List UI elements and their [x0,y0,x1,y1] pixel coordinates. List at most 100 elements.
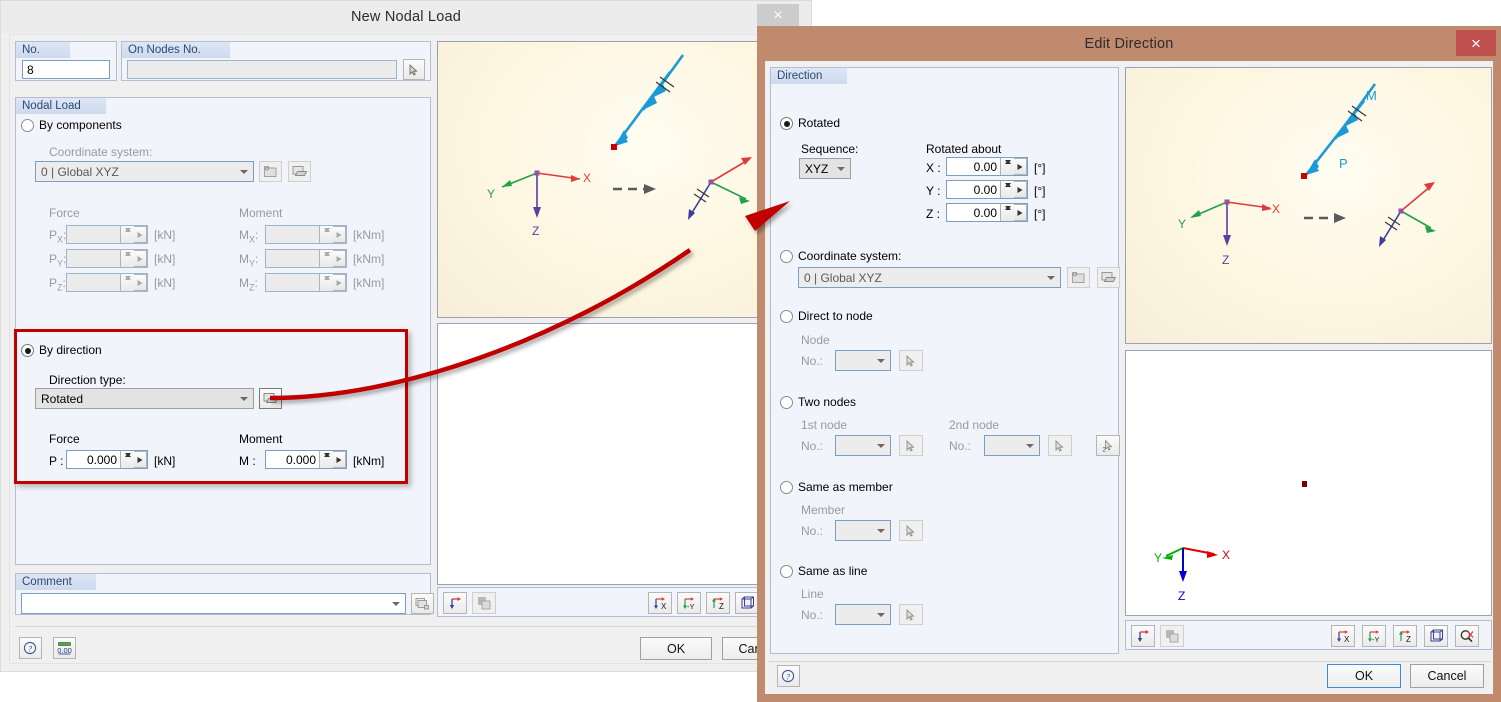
same-line-combo[interactable] [835,604,891,625]
radio-same-as-member[interactable] [780,481,793,494]
moment-m-spinner[interactable] [319,451,333,468]
rotation-x-spinner[interactable] [1000,158,1014,175]
radio-two-nodes[interactable] [780,396,793,409]
edit-direction-button[interactable] [259,388,282,409]
moment-header-components: Moment [239,206,283,220]
edit-direction-preview-bottom[interactable]: X Y Z [1125,350,1492,616]
two-nodes-first-combo[interactable] [835,435,891,456]
view-in-x-button[interactable]: X [1331,625,1355,647]
force-input[interactable] [66,225,148,244]
same-member-pick-button[interactable] [899,520,923,541]
isometric-view-button[interactable] [1424,625,1448,647]
edit-direction-preview-top[interactable]: M P X Y Z [1125,67,1492,344]
moment-spinner[interactable] [319,226,333,243]
edit-direction-footer-separator [769,661,1491,662]
two-nodes-first-pick-button[interactable] [899,435,923,456]
label-coordinate-system-option: Coordinate system: [798,249,902,263]
force-dropdown-arrow[interactable] [134,226,147,243]
force-p-input[interactable]: 0.000 [66,450,148,469]
radio-by-components[interactable] [21,119,34,132]
same-line-pick-button[interactable] [899,604,923,625]
direction-type-combo[interactable]: Rotated [35,388,254,409]
rotation-z-input[interactable]: 0.00 [946,203,1028,222]
pick-node-button[interactable] [403,59,425,80]
moment-m-input[interactable]: 0.000 [265,450,347,469]
force-spinner[interactable] [120,226,134,243]
axis-system-button[interactable] [1131,625,1155,647]
force-spinner[interactable] [120,274,134,291]
same-member-combo[interactable] [835,520,891,541]
rotation-y-dropdown-arrow[interactable] [1014,181,1027,198]
force-dropdown-arrow[interactable] [134,250,147,267]
nodal-load-close-button[interactable]: × [757,4,799,28]
moment-dropdown-arrow[interactable] [333,274,346,291]
force-spinner[interactable] [120,250,134,267]
nodal-load-ok-button[interactable]: OK [640,637,712,660]
direct-node-combo[interactable] [835,350,891,371]
label-node: Node [801,333,830,347]
comment-library-button[interactable] [411,593,434,614]
edit-direction-icon [263,393,278,403]
moment-spinner[interactable] [319,250,333,267]
view-in-minus-y-button[interactable]: -Y [1362,625,1386,647]
radio-same-as-line[interactable] [780,565,793,578]
nodal-load-preview-bottom[interactable] [437,323,797,585]
zoom-all-button[interactable] [1455,625,1479,647]
edit-direction-help-button[interactable]: ? [777,665,800,687]
direction-new-cs-button[interactable] [1067,267,1090,288]
rotation-z-dropdown-arrow[interactable] [1014,204,1027,221]
chevron-down-icon [240,169,248,174]
moment-input[interactable] [265,225,347,244]
axis-system-button[interactable] [443,592,467,614]
direction-coordinate-system-combo[interactable]: 0 | Global XYZ [798,267,1061,288]
rotation-x-dropdown-arrow[interactable] [1014,158,1027,175]
radio-direct-to-node[interactable] [780,310,793,323]
moment-dropdown-arrow[interactable] [333,250,346,267]
force-p-dropdown-arrow[interactable] [134,451,147,468]
direction-edit-cs-button[interactable] [1097,267,1120,288]
force-p-spinner[interactable] [120,451,134,468]
help-button[interactable]: ? [19,637,42,659]
radio-by-direction[interactable] [21,344,34,357]
nodal-load-preview-top[interactable]: X Y Z [437,41,797,318]
view-in-x-button[interactable]: X [648,592,672,614]
comment-combo[interactable] [21,593,406,614]
rotation-z-spinner[interactable] [1000,204,1014,221]
moment-input[interactable] [265,249,347,268]
two-nodes-second-pick-button[interactable] [1048,435,1072,456]
render-shading-button[interactable] [472,592,496,614]
moment-m-dropdown-arrow[interactable] [333,451,346,468]
force-input[interactable] [66,273,148,292]
view-in-minus-y-button[interactable]: -Y [677,592,701,614]
rotation-y-spinner[interactable] [1000,181,1014,198]
rotation-x-input[interactable]: 0.00 [946,157,1028,176]
coordinate-system-combo[interactable]: 0 | Global XYZ [35,161,254,182]
edit-direction-close-button[interactable]: × [1456,30,1496,56]
radio-coordinate-system[interactable] [780,250,793,263]
radio-rotated[interactable] [780,117,793,130]
chevron-down-icon [392,601,400,606]
on-nodes-input[interactable] [127,60,397,79]
chevron-down-icon [1026,443,1034,448]
force-input[interactable] [66,249,148,268]
edit-direction-cancel-button[interactable]: Cancel [1410,664,1484,688]
edit-coordinate-system-button[interactable] [288,161,311,182]
edit-direction-ok-button[interactable]: OK [1327,664,1401,688]
moment-spinner[interactable] [319,274,333,291]
pick-two-nodes-button[interactable]: 2 [1096,435,1120,456]
sequence-combo[interactable]: XYZ [799,158,851,179]
units-button[interactable]: 0.00 [53,637,76,659]
view-in-z-button[interactable]: Z [706,592,730,614]
two-nodes-second-combo[interactable] [984,435,1040,456]
render-shading-button[interactable] [1160,625,1184,647]
force-dropdown-arrow[interactable] [134,274,147,291]
force-row-sub: Y [57,258,64,269]
direct-node-pick-button[interactable] [899,350,923,371]
view-in-z-button[interactable]: Z [1393,625,1417,647]
moment-input[interactable] [265,273,347,292]
no-input[interactable]: 8 [22,60,110,79]
new-coordinate-system-button[interactable] [259,161,282,182]
isometric-view-button[interactable] [735,592,759,614]
rotation-y-input[interactable]: 0.00 [946,180,1028,199]
moment-dropdown-arrow[interactable] [333,226,346,243]
